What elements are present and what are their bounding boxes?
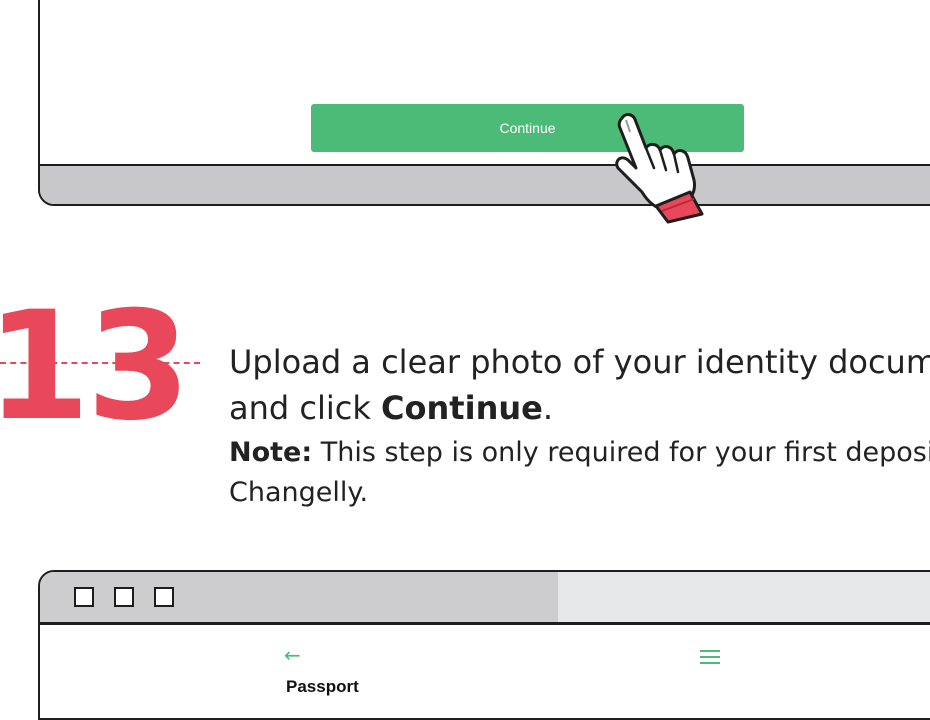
step-text-end: . [542, 389, 553, 427]
note-text: This step is only required for your firs… [312, 437, 930, 468]
step-instructions: Upload a clear photo of your identity do… [229, 339, 930, 513]
hamburger-menu-icon[interactable] [700, 650, 720, 668]
step-text-line1: Upload a clear photo of your identity do… [229, 343, 930, 381]
window-button-square[interactable] [114, 587, 134, 607]
arrow-left-icon[interactable]: ← [284, 644, 301, 666]
continue-button-label: Continue [499, 120, 556, 136]
note-text-line2: Changelly. [229, 477, 369, 508]
browser-base [40, 164, 930, 204]
title-bar-light [558, 572, 930, 622]
step-note: Note: This step is only required for you… [229, 433, 930, 513]
step-number: 13 [0, 280, 191, 454]
window-button-square[interactable] [154, 587, 174, 607]
step-text-bold: Continue [381, 389, 543, 427]
step-text-line2: and click [229, 389, 382, 427]
top-browser-mockup: Continue [38, 0, 930, 206]
pointer-hand-icon [615, 113, 704, 224]
browser-title-bar [40, 572, 930, 625]
bottom-browser-mockup: ← Passport [38, 570, 930, 720]
page-title: Passport [286, 677, 359, 696]
window-button-square[interactable] [74, 587, 94, 607]
note-label: Note: [229, 437, 313, 468]
step-main-text: Upload a clear photo of your identity do… [229, 339, 930, 431]
